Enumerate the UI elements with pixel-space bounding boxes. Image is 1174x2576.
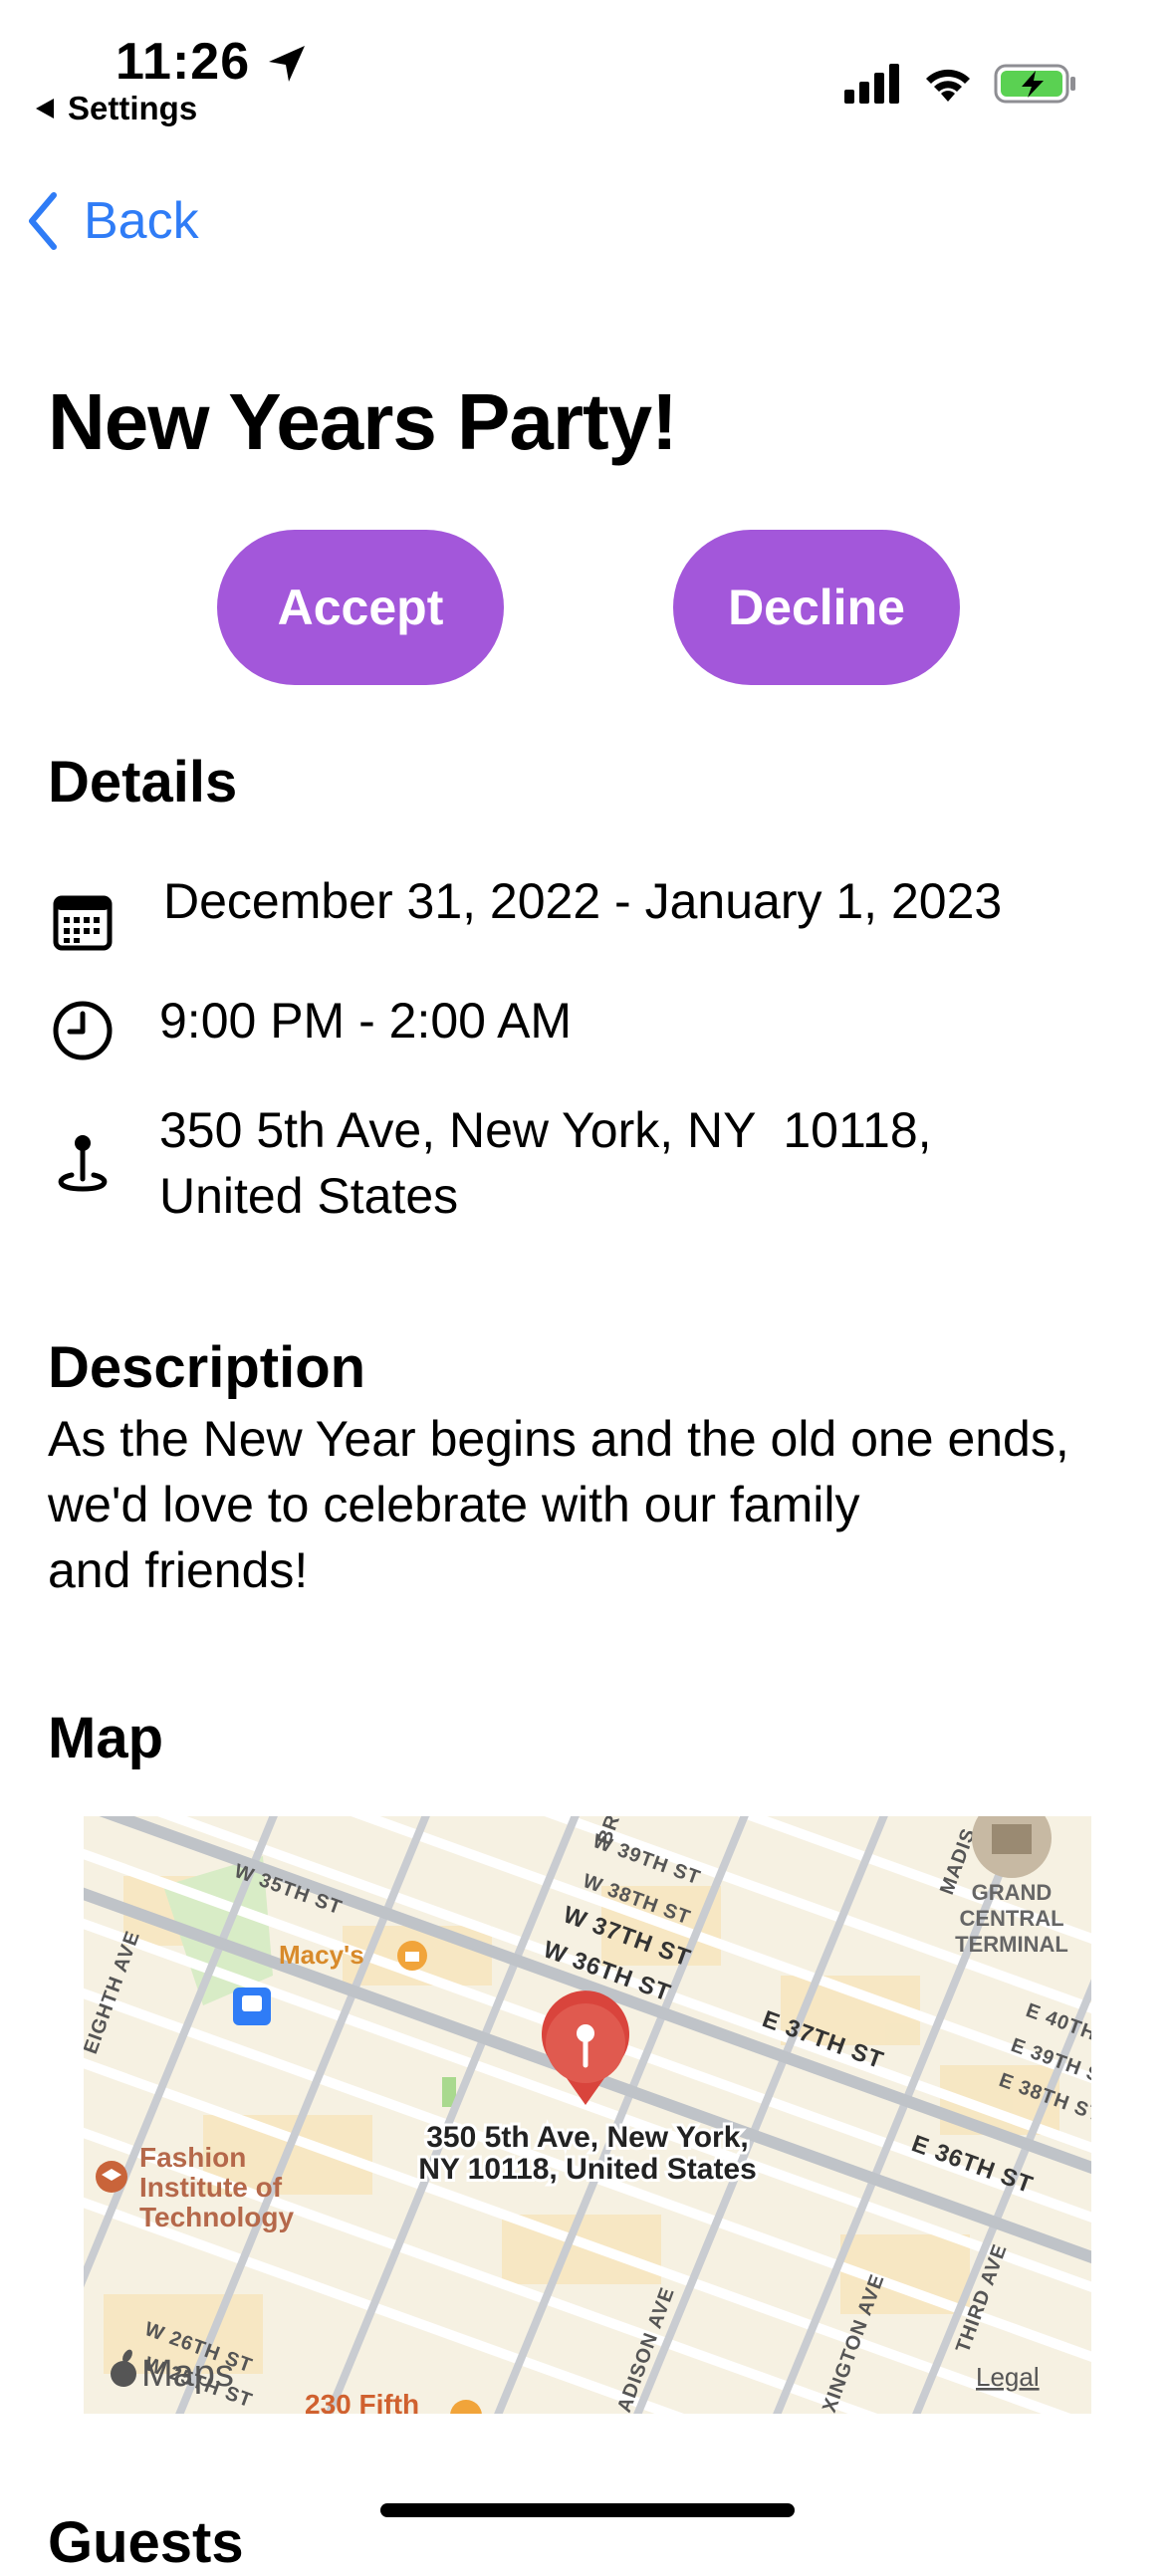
map-canvas: W 35TH ST W 39TH ST W 38TH ST W 37TH ST … xyxy=(84,1816,1091,2414)
wifi-icon xyxy=(926,69,970,102)
event-time: 9:00 PM - 2:00 AM xyxy=(159,993,573,1049)
description-text: As the New Year begins and the old one e… xyxy=(48,1406,1133,1603)
address-line-1: 350 5th Ave, New York, NY 10118, xyxy=(159,1102,932,1158)
back-label: Back xyxy=(84,192,199,250)
back-app-label: Settings xyxy=(68,90,198,126)
event-date: December 31, 2022 - January 1, 2023 xyxy=(163,873,1003,929)
poi-fit-label-1: Fashion xyxy=(139,2142,246,2173)
legal-link: Legal xyxy=(976,2362,1040,2392)
map-view[interactable]: W 35TH ST W 39TH ST W 38TH ST W 37TH ST … xyxy=(84,1816,1091,2414)
poi-gct-label-3: TERMINAL xyxy=(955,1932,1068,1957)
poi-macys-label: Macy's xyxy=(279,1940,364,1970)
poi-gct-label-1: GRAND xyxy=(972,1880,1053,1905)
details-heading: Details xyxy=(48,750,238,815)
guests-heading: Guests xyxy=(48,2510,244,2575)
status-time: 11:26 xyxy=(116,33,251,91)
event-title: New Years Party! xyxy=(48,377,678,466)
pin-label-1: 350 5th Ave, New York, xyxy=(426,2121,748,2154)
map-heading: Map xyxy=(48,1706,163,1770)
maps-brand: Maps xyxy=(141,2353,234,2395)
back-button[interactable]: Back xyxy=(26,191,199,251)
decline-button[interactable]: Decline xyxy=(673,530,960,685)
poi-fit-label-3: Technology xyxy=(139,2202,294,2232)
poi-230-fifth-label: 230 Fifth xyxy=(305,2389,419,2414)
accept-button[interactable]: Accept xyxy=(217,530,504,685)
poi-gct-label-2: CENTRAL xyxy=(959,1906,1063,1931)
back-triangle-icon xyxy=(36,99,54,118)
description-line-1: As the New Year begins and the old one e… xyxy=(48,1411,1069,1467)
description-line-3: and friends! xyxy=(48,1542,309,1598)
battery-charging-icon xyxy=(994,64,1075,104)
location-pin-icon xyxy=(58,1135,108,1192)
pin-label-2: NY 10118, United States xyxy=(418,2153,757,2186)
description-line-2: we'd love to celebrate with our family xyxy=(48,1477,860,1532)
chevron-left-icon xyxy=(29,192,57,250)
calendar-icon xyxy=(53,895,113,951)
poi-fit-label-2: Institute of xyxy=(139,2172,283,2203)
home-indicator[interactable] xyxy=(380,2503,795,2517)
address-line-2: United States xyxy=(159,1168,459,1224)
cellular-signal-icon xyxy=(844,64,899,104)
location-arrow-icon xyxy=(269,46,305,82)
back-to-app-link[interactable]: Settings xyxy=(36,90,197,127)
description-heading: Description xyxy=(48,1335,366,1400)
event-address: 350 5th Ave, New York, NY 10118, United … xyxy=(159,1097,932,1229)
clock-icon xyxy=(53,1001,113,1060)
